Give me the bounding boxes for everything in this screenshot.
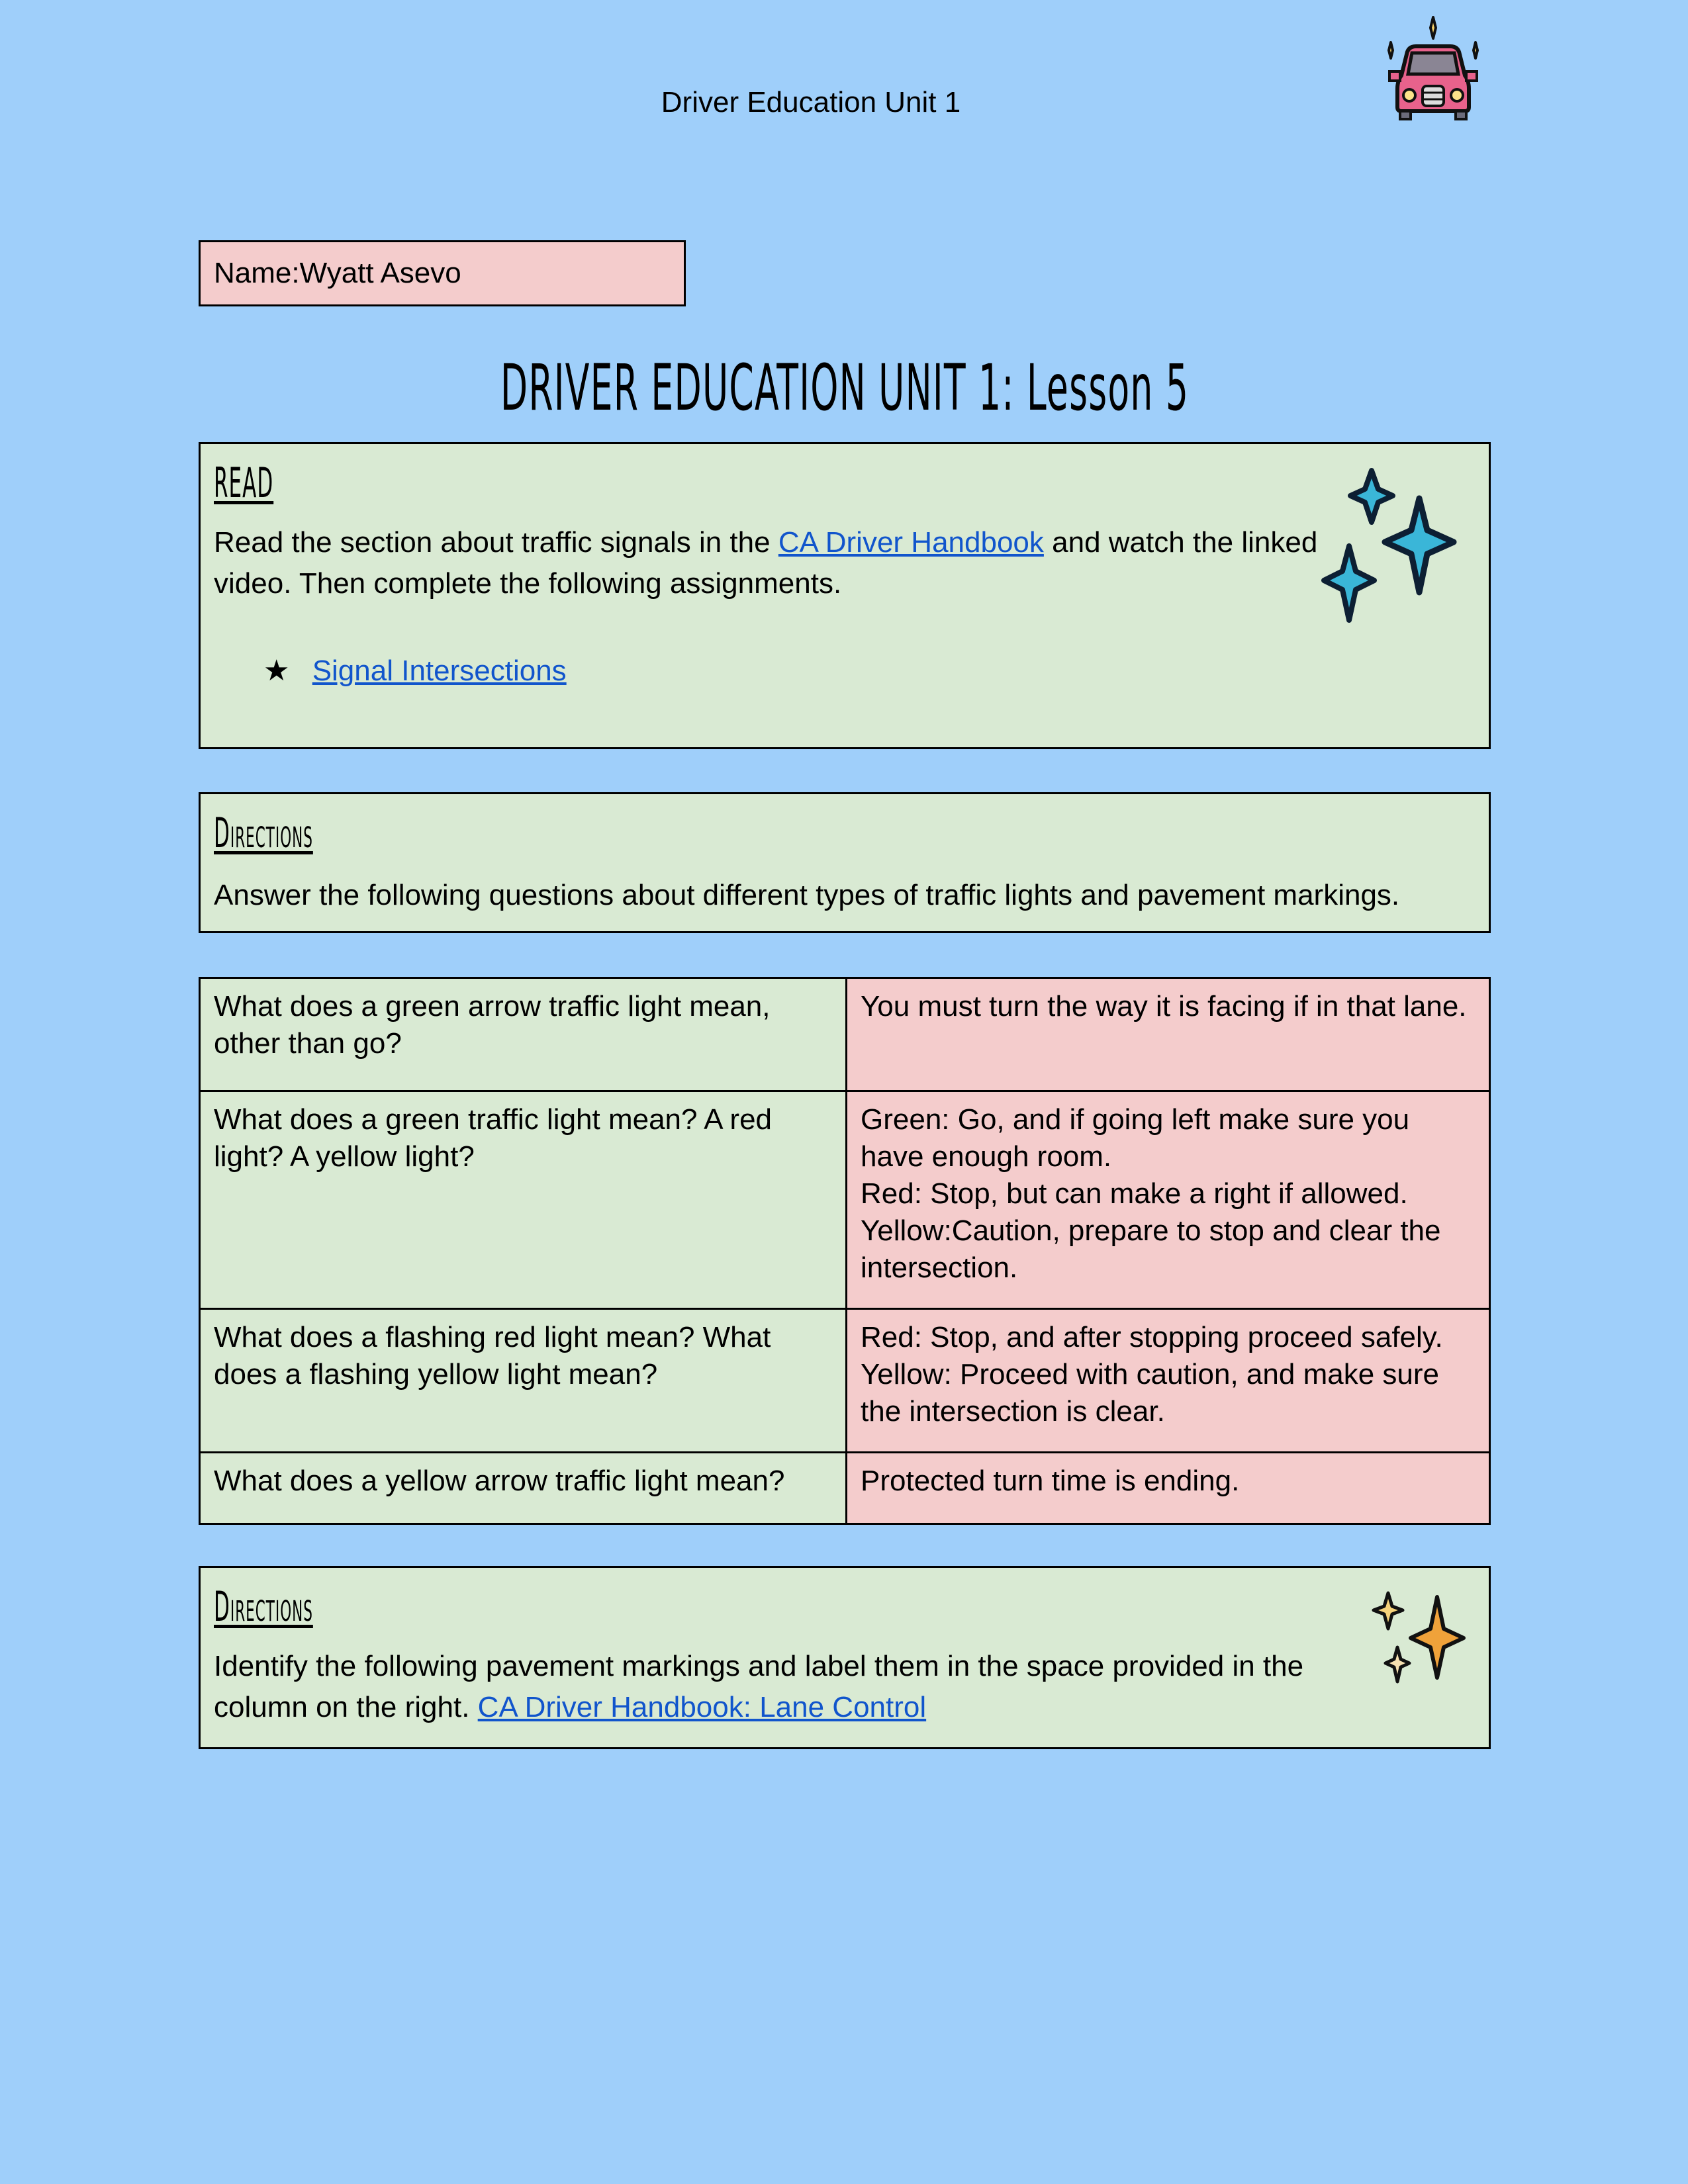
directions-heading: Directions: [214, 1582, 313, 1631]
table-row: What does a green traffic light mean? A …: [199, 1090, 1491, 1310]
answer-cell[interactable]: Red: Stop, and after stopping proceed sa…: [845, 1308, 1491, 1453]
directions-text: Identify the following pavement markings…: [214, 1646, 1339, 1728]
assignment-list-item: ★ Signal Intersections: [263, 651, 567, 692]
question-cell: What does a flashing red light mean? Wha…: [199, 1308, 847, 1453]
question-cell: What does a green traffic light mean? A …: [199, 1090, 847, 1310]
read-section: READ Read the section about traffic sign…: [199, 442, 1491, 749]
orange-sparkles-icon: [1372, 1591, 1466, 1684]
answer-line: Yellow: Proceed with caution, and make s…: [861, 1358, 1439, 1428]
answer-line: Green: Go, and if going left make sure y…: [861, 1103, 1410, 1173]
answer-line: Yellow:Caution, prepare to stop and clea…: [861, 1214, 1441, 1284]
directions-section-1: Directions Answer the following question…: [199, 792, 1491, 933]
read-instructions: Read the section about traffic signals i…: [214, 522, 1339, 604]
answer-line: Protected turn time is ending.: [861, 1465, 1240, 1497]
read-text-start: Read the section about traffic signals i…: [214, 526, 778, 559]
lane-control-link[interactable]: CA Driver Handbook: Lane Control: [478, 1691, 926, 1723]
directions-heading: Directions: [214, 809, 313, 857]
traffic-light-qa-table: What does a green arrow traffic light me…: [199, 977, 1491, 1525]
table-row: What does a yellow arrow traffic light m…: [199, 1451, 1491, 1525]
signal-intersections-link[interactable]: Signal Intersections: [312, 655, 567, 687]
answer-line: Red: Stop, but can make a right if allow…: [861, 1177, 1408, 1210]
directions-section-2: Directions Identify the following paveme…: [199, 1566, 1491, 1749]
answer-cell[interactable]: Green: Go, and if going left make sure y…: [845, 1090, 1491, 1310]
header-title: Driver Education Unit 1: [661, 86, 961, 118]
answer-cell[interactable]: Protected turn time is ending.: [845, 1451, 1491, 1525]
question-cell: What does a green arrow traffic light me…: [199, 977, 847, 1092]
directions-text: Answer the following questions about dif…: [214, 879, 1400, 911]
car-with-sparkles-icon: [1387, 16, 1479, 120]
answer-cell[interactable]: You must turn the way it is facing if in…: [845, 977, 1491, 1092]
answer-line: You must turn the way it is facing if in…: [861, 990, 1467, 1023]
ca-driver-handbook-link[interactable]: CA Driver Handbook: [778, 526, 1044, 559]
table-row: What does a flashing red light mean? Wha…: [199, 1308, 1491, 1453]
answer-line: Red: Stop, and after stopping proceed sa…: [861, 1321, 1443, 1353]
table-row: What does a green arrow traffic light me…: [199, 977, 1491, 1092]
blue-sparkles-icon: [1321, 468, 1457, 623]
question-cell: What does a yellow arrow traffic light m…: [199, 1451, 847, 1525]
star-bullet-icon: ★: [263, 655, 290, 687]
lesson-title: DRIVER EDUCATION UNIT 1: Lesson 5: [500, 351, 1190, 425]
name-field[interactable]: Name:Wyatt Asevo: [199, 240, 686, 306]
name-field-text: Name:Wyatt Asevo: [214, 257, 461, 289]
read-heading: READ: [214, 459, 274, 507]
